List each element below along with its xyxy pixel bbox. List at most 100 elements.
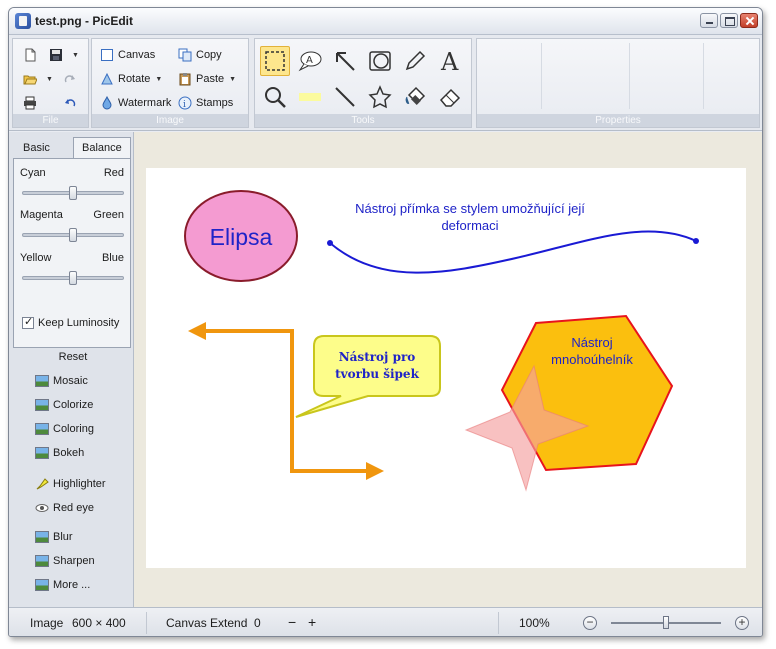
copy-button[interactable]: Copy bbox=[178, 45, 222, 65]
properties-divider bbox=[541, 43, 542, 109]
keep-luminosity-checkbox[interactable]: Keep Luminosity bbox=[22, 315, 119, 329]
close-button[interactable] bbox=[740, 13, 758, 28]
paste-button-label: Paste bbox=[196, 73, 225, 85]
canvas-extend-increase[interactable]: + bbox=[308, 614, 316, 630]
bokeh-icon bbox=[35, 447, 49, 459]
callout-label-1: Nástroj pro bbox=[339, 350, 416, 364]
cyan-red-labels: Cyan Red bbox=[20, 167, 124, 179]
zoom-slider-thumb[interactable] bbox=[663, 616, 669, 629]
text-icon: A bbox=[440, 48, 459, 74]
chevron-down-icon[interactable]: ▼ bbox=[72, 52, 79, 59]
tab-balance[interactable]: Balance bbox=[73, 137, 131, 159]
canvas-button-label: Canvas bbox=[118, 49, 156, 61]
curved-line[interactable] bbox=[329, 230, 697, 274]
open-button[interactable]: ▼ bbox=[23, 69, 53, 89]
balance-right-label: Red bbox=[103, 167, 124, 179]
effect-red-eye[interactable]: Red eye bbox=[35, 501, 94, 515]
properties-group: Properties bbox=[476, 38, 760, 128]
image-size-value: 600 × 400 bbox=[72, 616, 126, 630]
highlighter-tool[interactable] bbox=[295, 82, 325, 112]
callout-tool[interactable]: A bbox=[295, 46, 325, 76]
shape-tool[interactable] bbox=[365, 46, 395, 76]
balance-left-label: Cyan bbox=[20, 167, 46, 179]
watermark-button-label: Watermark bbox=[118, 97, 172, 109]
zoom-in-button[interactable]: + bbox=[735, 616, 749, 630]
status-bar: Image 600 × 400 Canvas Extend 0 − + 100%… bbox=[9, 607, 762, 636]
magenta-green-slider[interactable] bbox=[22, 228, 124, 242]
new-file-button[interactable] bbox=[23, 45, 41, 65]
minimize-button[interactable] bbox=[700, 13, 718, 28]
slider-thumb[interactable] bbox=[69, 271, 77, 285]
star-tool[interactable] bbox=[365, 82, 395, 112]
effect-blur[interactable]: Blur bbox=[35, 531, 73, 543]
checkbox[interactable] bbox=[22, 315, 34, 329]
effect-label: Coloring bbox=[53, 423, 94, 435]
file-group-label: File bbox=[13, 114, 88, 127]
chevron-down-icon[interactable]: ▼ bbox=[229, 76, 236, 83]
reset-button[interactable]: Reset bbox=[14, 351, 132, 363]
line-tool[interactable] bbox=[330, 82, 360, 112]
effect-highlighter[interactable]: Highlighter bbox=[35, 477, 106, 491]
pencil-tool[interactable] bbox=[400, 46, 430, 76]
canvas-extend-decrease[interactable]: − bbox=[288, 614, 296, 630]
paint-bucket-icon bbox=[405, 86, 426, 105]
eraser-icon bbox=[439, 88, 461, 107]
colorize-icon bbox=[35, 399, 49, 411]
zoom-out-button[interactable]: − bbox=[583, 616, 597, 630]
svg-text:A: A bbox=[306, 55, 313, 66]
line-endpoint[interactable] bbox=[327, 240, 333, 246]
line-endpoint[interactable] bbox=[693, 238, 699, 244]
blur-icon bbox=[35, 531, 49, 543]
yellow-blue-slider[interactable] bbox=[22, 271, 124, 285]
sharpen-icon bbox=[35, 555, 49, 567]
slider-thumb[interactable] bbox=[69, 228, 77, 242]
speech-bubble-icon: A bbox=[298, 51, 322, 72]
arrow-tool[interactable] bbox=[330, 46, 360, 76]
magnifier-icon bbox=[265, 87, 286, 108]
watermark-icon bbox=[102, 96, 112, 110]
effect-coloring[interactable]: Coloring bbox=[35, 423, 94, 435]
balance-right-label: Green bbox=[93, 209, 124, 221]
chevron-down-icon[interactable]: ▼ bbox=[155, 76, 162, 83]
redo-button[interactable] bbox=[63, 69, 81, 89]
slider-thumb[interactable] bbox=[69, 186, 77, 200]
effect-colorize[interactable]: Colorize bbox=[35, 399, 93, 411]
eraser-tool[interactable] bbox=[435, 82, 465, 112]
effect-bokeh[interactable]: Bokeh bbox=[35, 447, 84, 459]
rotate-button[interactable]: Rotate ▼ bbox=[100, 69, 162, 89]
effect-label: Colorize bbox=[53, 399, 94, 411]
maximize-button[interactable] bbox=[720, 13, 738, 28]
stamps-button[interactable]: i Stamps bbox=[178, 93, 233, 113]
print-button[interactable] bbox=[23, 93, 41, 113]
app-window: test.png - PicEdit ▼ ▼ File Canvas Copy … bbox=[8, 7, 763, 637]
polygon-label-1: Nástroj bbox=[571, 335, 612, 350]
image-group: Canvas Copy Rotate ▼ Paste ▼ Watermark i… bbox=[91, 38, 249, 128]
effect-mosaic[interactable]: Mosaic bbox=[35, 375, 88, 387]
cyan-red-slider[interactable] bbox=[22, 186, 124, 200]
rotate-icon bbox=[101, 72, 113, 85]
effect-sharpen[interactable]: Sharpen bbox=[35, 555, 95, 567]
properties-group-label: Properties bbox=[477, 114, 759, 127]
fill-tool[interactable] bbox=[400, 82, 430, 112]
paste-button[interactable]: Paste ▼ bbox=[178, 69, 236, 89]
save-button[interactable]: ▼ bbox=[49, 45, 79, 65]
selection-tool[interactable] bbox=[260, 46, 290, 76]
zoom-tool[interactable] bbox=[260, 82, 290, 112]
canvas-button[interactable]: Canvas bbox=[100, 45, 155, 65]
yellow-blue-labels: Yellow Blue bbox=[20, 252, 124, 264]
undo-button[interactable] bbox=[63, 93, 81, 113]
app-icon[interactable] bbox=[15, 13, 31, 29]
tab-basic[interactable]: Basic bbox=[15, 140, 58, 158]
undo-icon bbox=[65, 99, 76, 107]
watermark-button[interactable]: Watermark bbox=[100, 93, 171, 113]
tools-group: A A Tools bbox=[254, 38, 472, 128]
window-title: test.png - PicEdit bbox=[35, 14, 134, 28]
redo-icon bbox=[64, 75, 75, 83]
image-canvas[interactable]: Elipsa Nástroj přímka se stylem umožňují… bbox=[146, 168, 746, 568]
arrow-head bbox=[366, 462, 384, 480]
text-tool[interactable]: A bbox=[435, 46, 465, 76]
effect-more[interactable]: More ... bbox=[35, 579, 90, 591]
chevron-down-icon[interactable]: ▼ bbox=[46, 76, 53, 83]
panel-tabs: Basic Balance bbox=[13, 137, 131, 159]
canvas-drawing[interactable]: Elipsa Nástroj přímka se stylem umožňují… bbox=[146, 168, 746, 568]
